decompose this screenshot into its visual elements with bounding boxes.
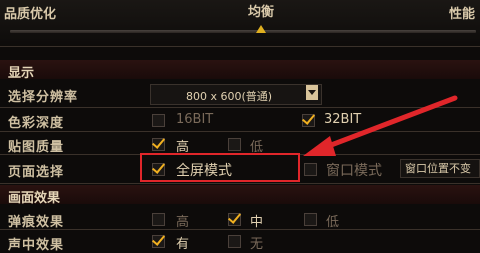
effect-medium-checkbox[interactable]	[228, 213, 241, 226]
divider	[0, 183, 480, 184]
effect-low-checkbox[interactable]	[304, 213, 317, 226]
effects-section-header	[0, 185, 480, 204]
effects-row-label: 弹痕效果	[8, 215, 65, 230]
divider	[0, 229, 480, 230]
effects-section-title: 画面效果	[8, 191, 61, 206]
annotation-arrow-icon	[303, 95, 458, 156]
effect-low-label: 低	[326, 215, 340, 230]
effect2-yes-checkbox[interactable]	[152, 235, 165, 248]
effects-row2-label: 声中效果	[8, 238, 65, 253]
effect2-no-label: 无	[250, 237, 264, 252]
effect2-no-checkbox[interactable]	[228, 235, 241, 248]
effect-high-label: 高	[176, 215, 190, 230]
effect-medium-label: 中	[250, 215, 264, 230]
effect2-yes-label: 有	[176, 237, 190, 252]
effect-high-checkbox[interactable]	[152, 213, 165, 226]
